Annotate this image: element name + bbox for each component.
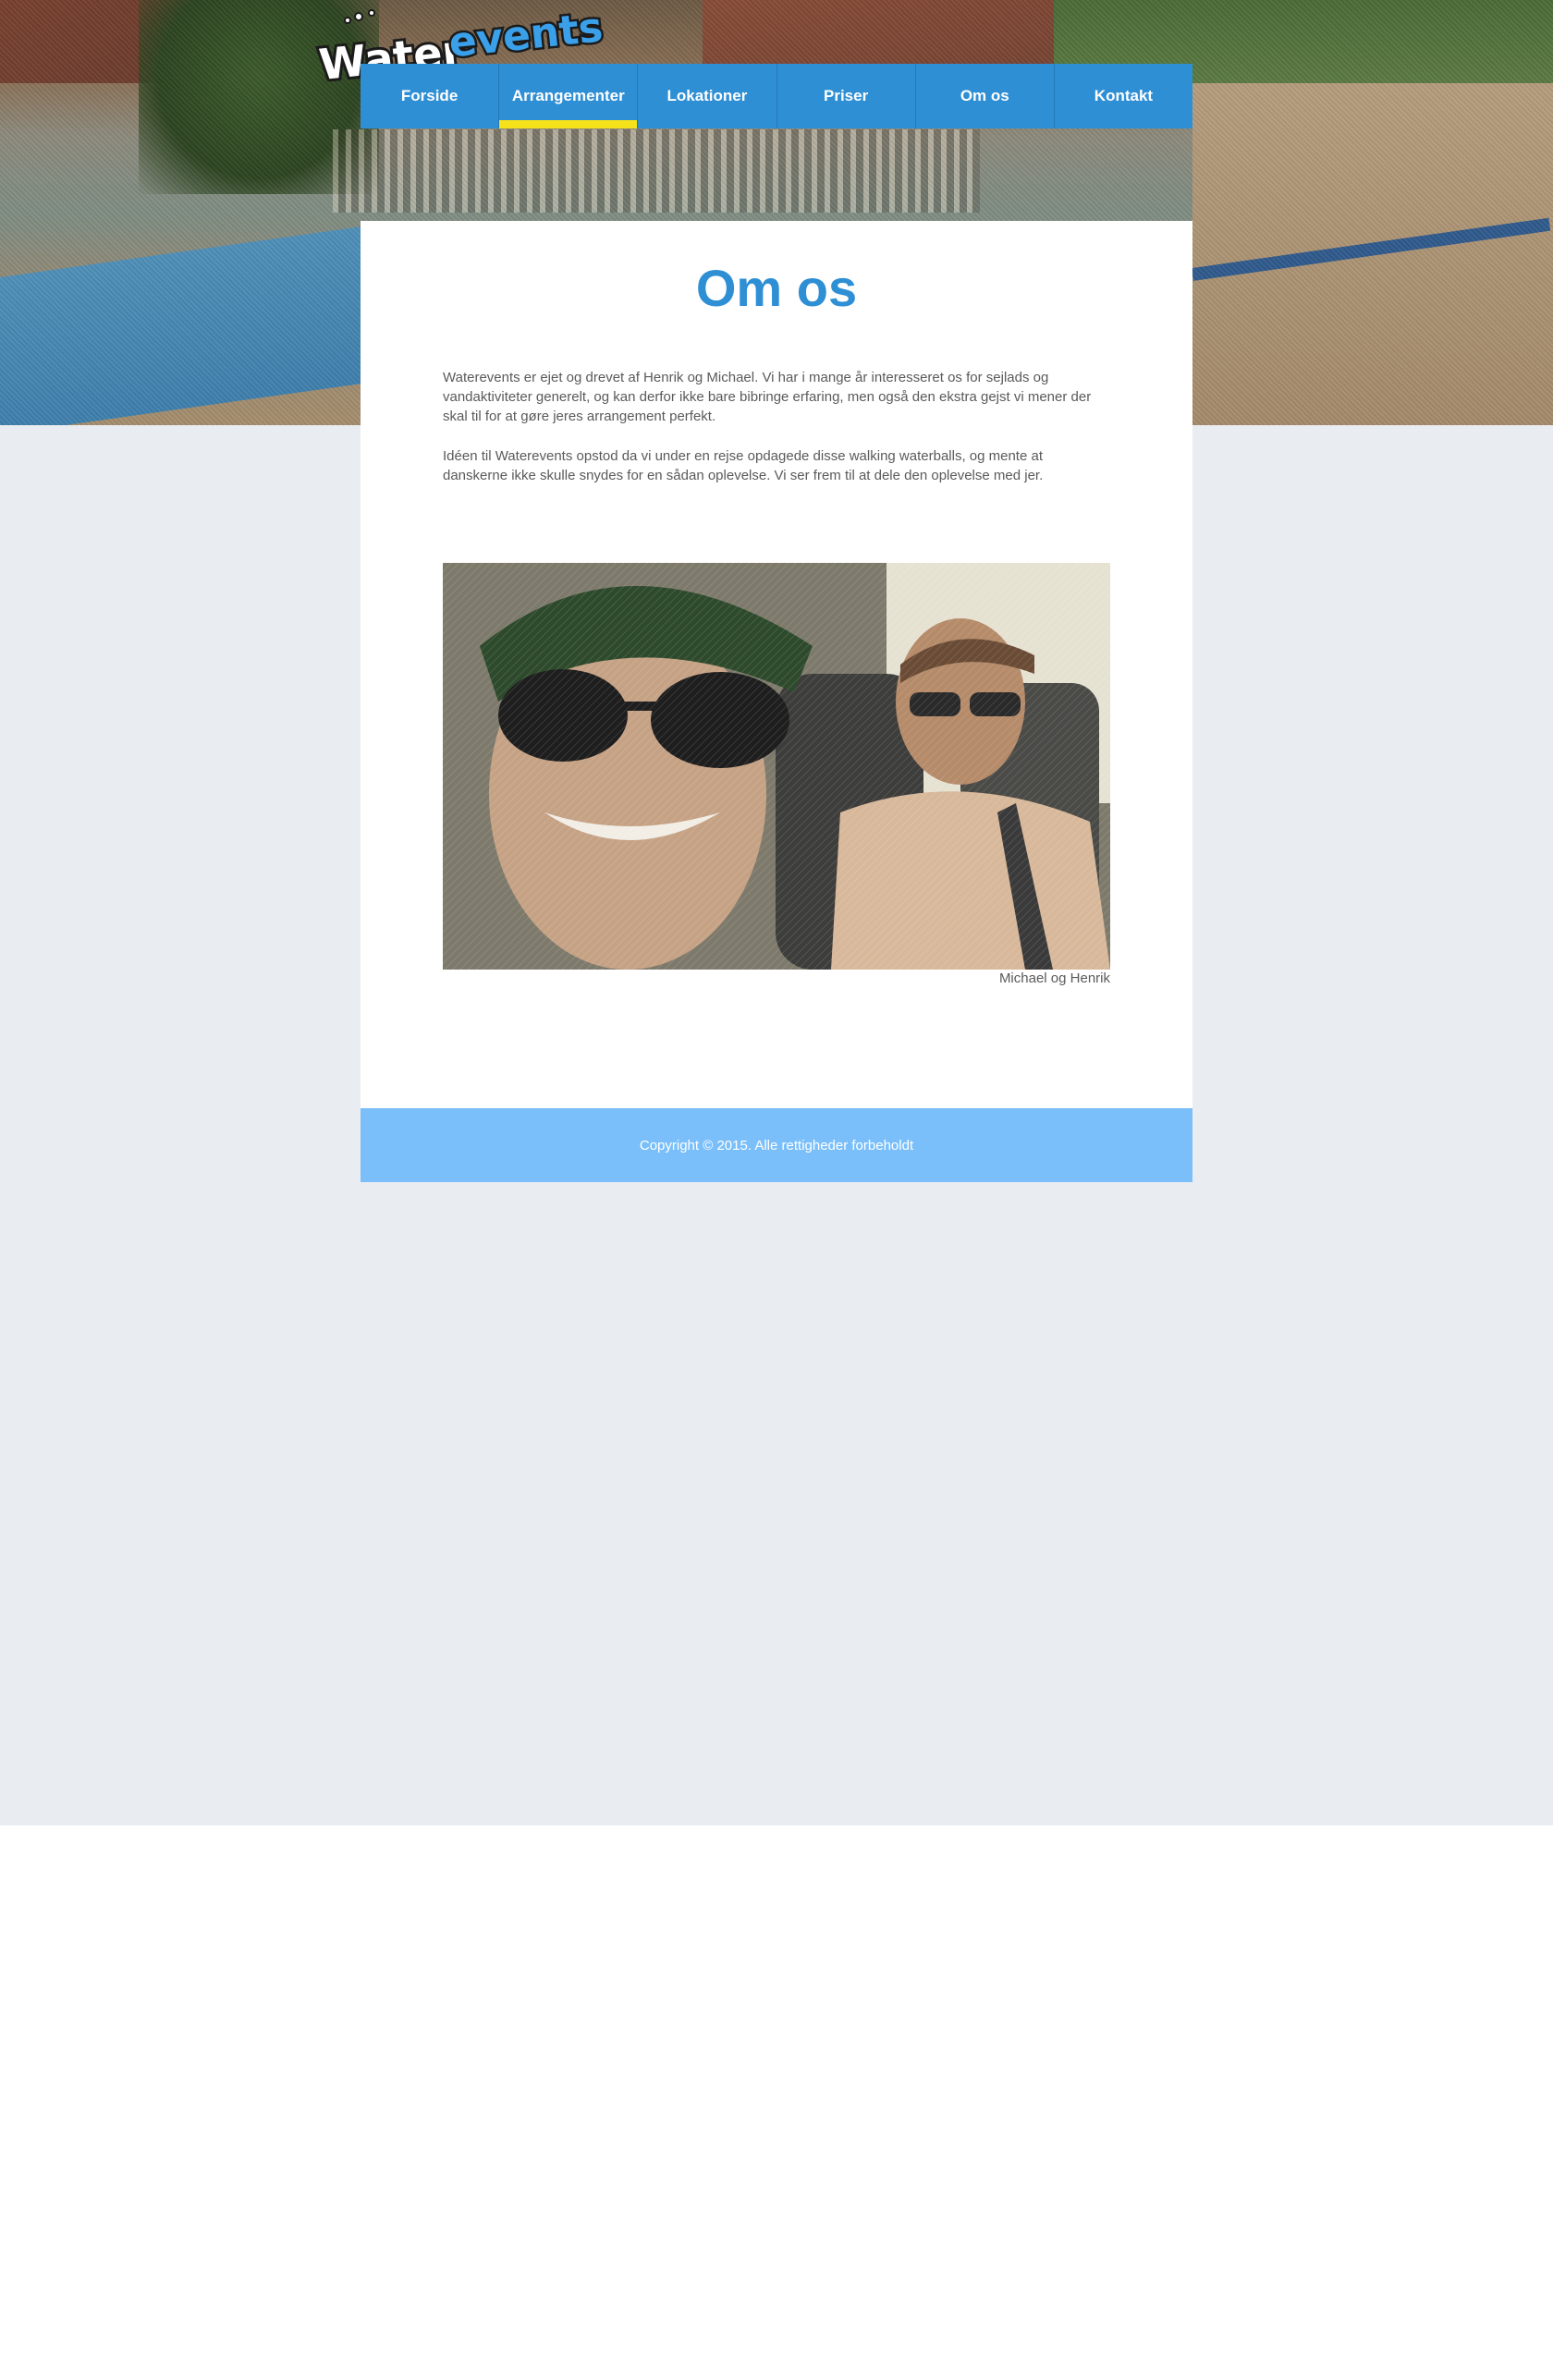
nav-item-forside[interactable]: Forside — [361, 64, 498, 128]
story-paragraph: Idéen til Waterevents opstod da vi under… — [443, 448, 1044, 483]
nav-item-lokationer[interactable]: Lokationer — [637, 64, 776, 128]
page: Water events Forside Arrangementer Lokat… — [0, 0, 1553, 2380]
nav-item-priser[interactable]: Priser — [776, 64, 915, 128]
copyright-text: Copyright © 2015. Alle rettigheder forbe… — [639, 1137, 914, 1153]
nav-item-kontakt[interactable]: Kontakt — [1053, 64, 1192, 128]
intro-paragraph: Waterevents er ejet og drevet af Henrik … — [443, 370, 1092, 424]
content-panel: Om os Waterevents er ejet og drevet af H… — [361, 221, 1192, 1108]
splash-drop-icon — [354, 12, 363, 21]
main-nav: Forside Arrangementer Lokationer Priser … — [361, 64, 1192, 128]
footer: Copyright © 2015. Alle rettigheder forbe… — [361, 1108, 1192, 1182]
nav-item-arrangementer[interactable]: Arrangementer — [498, 64, 638, 128]
nav-item-om-os[interactable]: Om os — [914, 64, 1054, 128]
page-title: Om os — [695, 259, 858, 317]
photo-caption: Michael og Henrik — [998, 970, 1110, 986]
logo-text-events: events — [446, 7, 605, 67]
founders-photo — [443, 563, 1110, 970]
